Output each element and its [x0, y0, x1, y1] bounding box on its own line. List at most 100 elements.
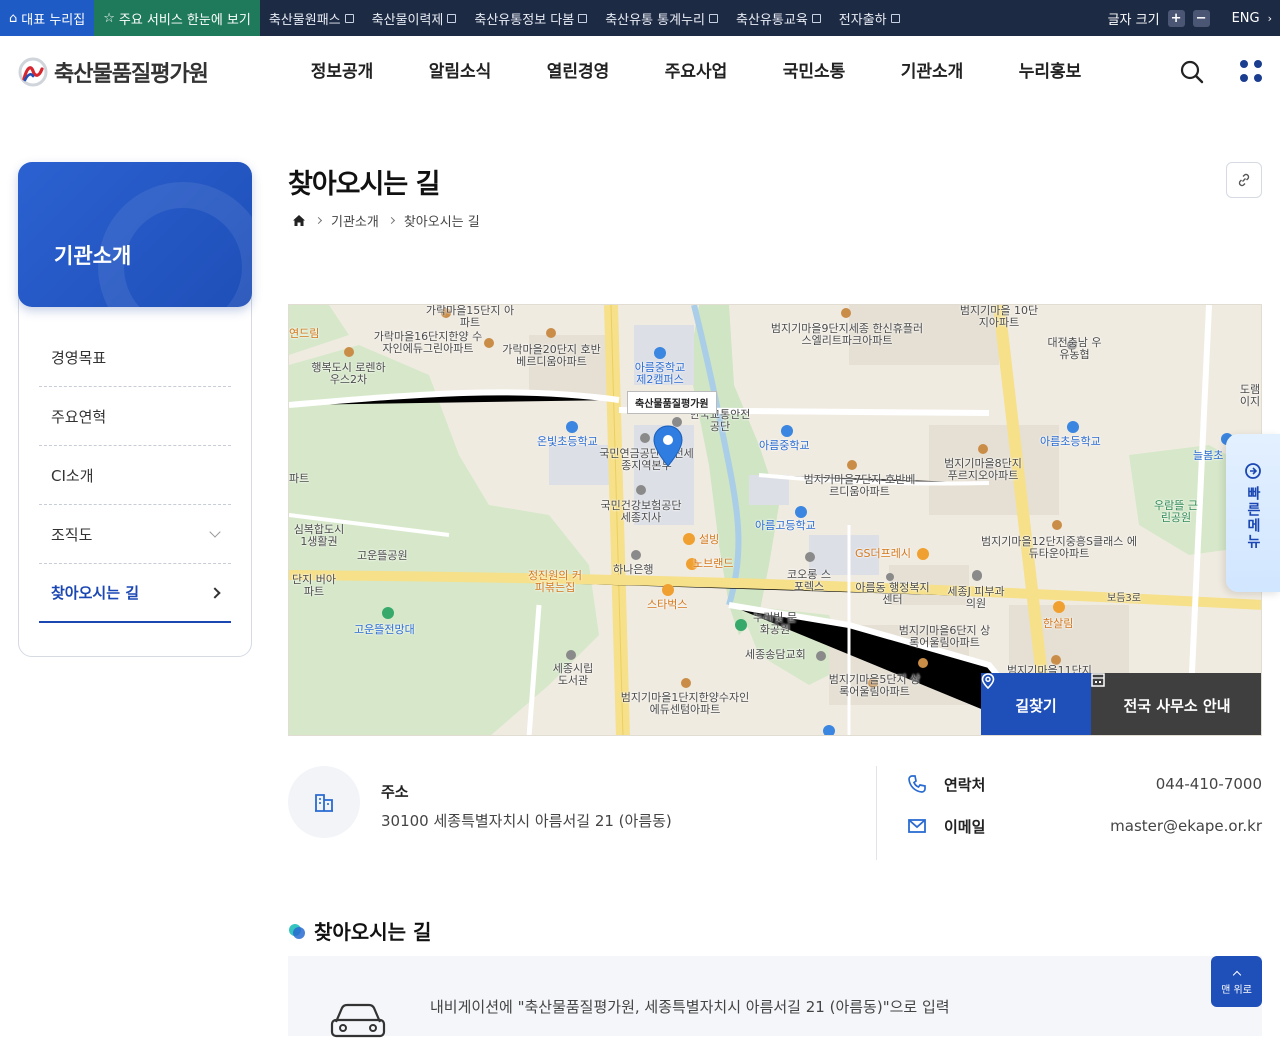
- link-statistics[interactable]: 축산유통 통계누리: [596, 0, 727, 36]
- search-icon[interactable]: [1180, 60, 1204, 84]
- nav-open-management[interactable]: 열린경영: [519, 36, 637, 108]
- external-link-icon: [709, 13, 719, 23]
- map-label: 심복합도시 1생활권: [293, 523, 345, 548]
- map-label: 스타벅스: [647, 598, 688, 611]
- map-label: 하나은행: [613, 563, 654, 576]
- home-icon[interactable]: [292, 214, 306, 227]
- share-link-button[interactable]: [1226, 162, 1262, 198]
- logo-mark-icon: [18, 57, 48, 87]
- font-size-controls: 글자 크기 + − ENG ›: [1108, 0, 1272, 36]
- map-label: 아름중학교 제2캠퍼스: [634, 361, 686, 386]
- map-pin-icon[interactable]: [653, 425, 683, 467]
- map-label: 아름고등학교: [755, 519, 816, 532]
- link-education[interactable]: 축산유통교육: [727, 0, 830, 36]
- service-overview-link[interactable]: ☆ 주요 서비스 한눈에 보기: [94, 0, 260, 36]
- email-value: master@ekape.or.kr: [1110, 817, 1262, 835]
- font-decrease-button[interactable]: −: [1192, 9, 1210, 27]
- sidebar-item-history[interactable]: 주요연혁: [39, 387, 231, 446]
- breadcrumb-separator: [314, 216, 323, 225]
- phone-label: 연락처: [944, 775, 986, 794]
- map-label: 범지기마을 10단지아파트: [959, 304, 1039, 329]
- breadcrumb-about[interactable]: 기관소개: [331, 211, 379, 230]
- map-label: 범지기마을5단지 상록어울림아파트: [828, 673, 921, 698]
- map-label: 보듬3로: [1107, 593, 1141, 604]
- address-value: 30100 세종특별자치시 아름서길 21 (아름동): [381, 812, 672, 830]
- car-icon: [330, 1003, 386, 1038]
- back-to-top-button[interactable]: 맨 위로: [1211, 956, 1262, 1007]
- nav-about[interactable]: 기관소개: [873, 36, 991, 108]
- office-guide-button[interactable]: 전국 사무소 안내: [1091, 673, 1261, 735]
- find-route-button[interactable]: 길찾기: [981, 673, 1091, 735]
- map-label: 아름초등학교: [1040, 435, 1101, 448]
- quick-menu[interactable]: 빠른메뉴: [1226, 434, 1280, 592]
- navigation-guide: 내비게이션에 "축산물품질평가원, 세종특별자치시 아름서길 21 (아름동)"…: [288, 956, 1262, 1038]
- link-icon: [1238, 173, 1250, 187]
- link-trace[interactable]: 축산물이력제: [363, 0, 466, 36]
- map-label: 한살림: [1043, 617, 1074, 630]
- map-label: 대전충남 우유농협: [1047, 336, 1102, 361]
- font-increase-button[interactable]: +: [1167, 9, 1185, 27]
- map-label: 가락마을20단지 호반베르디움아파트: [502, 343, 601, 368]
- building-icon: [288, 766, 360, 838]
- map-label: 누리빛 문화공원: [753, 611, 797, 636]
- map-label: 늘봄초: [1193, 449, 1224, 462]
- phone-value: 044-410-7000: [1155, 775, 1262, 793]
- map-label: 연드림: [289, 327, 320, 340]
- nav-promotion[interactable]: 누리홍보: [991, 36, 1109, 108]
- chevron-right-icon: ›: [1267, 11, 1272, 25]
- map-label: 범지기마을7단지 호반베르디움아파트: [803, 473, 916, 498]
- chevron-up-icon: [1232, 970, 1241, 979]
- map-label: 설빙: [699, 533, 720, 546]
- site-header: 축산물품질평가원 정보공개 알림소식 열린경영 주요사업 국민소통 기관소개 누…: [0, 36, 1280, 108]
- map-label: 국민건강보험공단 세종지사: [600, 499, 682, 524]
- map-label: 아름동 행정복지센터: [855, 581, 930, 606]
- page-title: 찾아오시는 길: [288, 169, 440, 200]
- chevron-right-icon: [209, 586, 221, 599]
- map-label: 도램 이지: [1239, 383, 1261, 408]
- all-menu-icon[interactable]: [1240, 60, 1262, 82]
- language-link[interactable]: ENG: [1232, 11, 1260, 26]
- address-info: 주소 30100 세종특별자치시 아름서길 21 (아름동): [288, 766, 868, 838]
- sidebar-item-ci[interactable]: CI소개: [39, 446, 231, 505]
- map-label: 노브랜드: [693, 557, 734, 570]
- map-label: 세종J 피부과의원: [947, 585, 1005, 610]
- external-link-icon: [344, 13, 354, 23]
- address-label: 주소: [381, 783, 409, 801]
- rep-site-link[interactable]: ⌂ 대표 누리집: [0, 0, 95, 36]
- location-pin-icon: [981, 673, 995, 689]
- font-size-label: 글자 크기: [1107, 12, 1160, 28]
- main-navigation: 정보공개 알림소식 열린경영 주요사업 국민소통 기관소개 누리홍보: [283, 36, 1109, 108]
- breadcrumb-directions[interactable]: 찾아오시는 길: [404, 211, 480, 230]
- external-link-icon: [578, 13, 588, 23]
- map-label: GS더프레시: [855, 547, 911, 560]
- map-label: 범지기마을9단지세종 한신휴플러스엘리트파크아파트: [770, 322, 924, 347]
- map-label: 고운뜰전망대: [354, 623, 415, 636]
- sidebar-item-directions[interactable]: 찾아오시는 길: [39, 564, 231, 623]
- phone-icon: [908, 775, 926, 793]
- section-title: 찾아오시는 길: [288, 916, 431, 945]
- site-logo[interactable]: 축산물품질평가원: [18, 56, 209, 88]
- sidebar-item-organization[interactable]: 조직도: [39, 505, 231, 564]
- email-label: 이메일: [944, 817, 986, 836]
- nav-news[interactable]: 알림소식: [401, 36, 519, 108]
- nav-communication[interactable]: 국민소통: [755, 36, 873, 108]
- map-label: 아름중학교: [759, 439, 810, 452]
- map-label: 범지기마을1단지한양수자인 에듀센텀아파트: [620, 691, 750, 716]
- link-e-shipping[interactable]: 전자출하: [830, 0, 909, 36]
- quick-menu-icon: [1245, 463, 1261, 479]
- map-label: 범지기마을6단지 상록어울림아파트: [898, 624, 991, 649]
- location-map[interactable]: 가락마을15단지 아파트 가락마을16단지한양 수자인에듀그린아파트 가락마을2…: [288, 304, 1262, 736]
- nav-main-business[interactable]: 주요사업: [637, 36, 755, 108]
- external-link-icon: [447, 13, 457, 23]
- link-onepass[interactable]: 축산물원패스: [260, 0, 363, 36]
- utility-bar: ⌂ 대표 누리집 ☆ 주요 서비스 한눈에 보기 축산물원패스 축산물이력제 축…: [0, 0, 1280, 36]
- map-label: 온빛초등학교: [537, 435, 598, 448]
- nav-info-disclosure[interactable]: 정보공개: [283, 36, 401, 108]
- map-label: 우람뜰 근린공원: [1154, 499, 1198, 524]
- quick-menu-label: 빠른메뉴: [1245, 486, 1261, 550]
- breadcrumb: 기관소개 찾아오시는 길: [292, 211, 480, 230]
- map-label: 세종송담교회: [745, 648, 806, 661]
- map-label: 세종시립 도서관: [552, 662, 594, 687]
- sidebar-item-goals[interactable]: 경영목표: [39, 328, 231, 387]
- link-distribution-info[interactable]: 축산유통정보 다봄: [465, 0, 596, 36]
